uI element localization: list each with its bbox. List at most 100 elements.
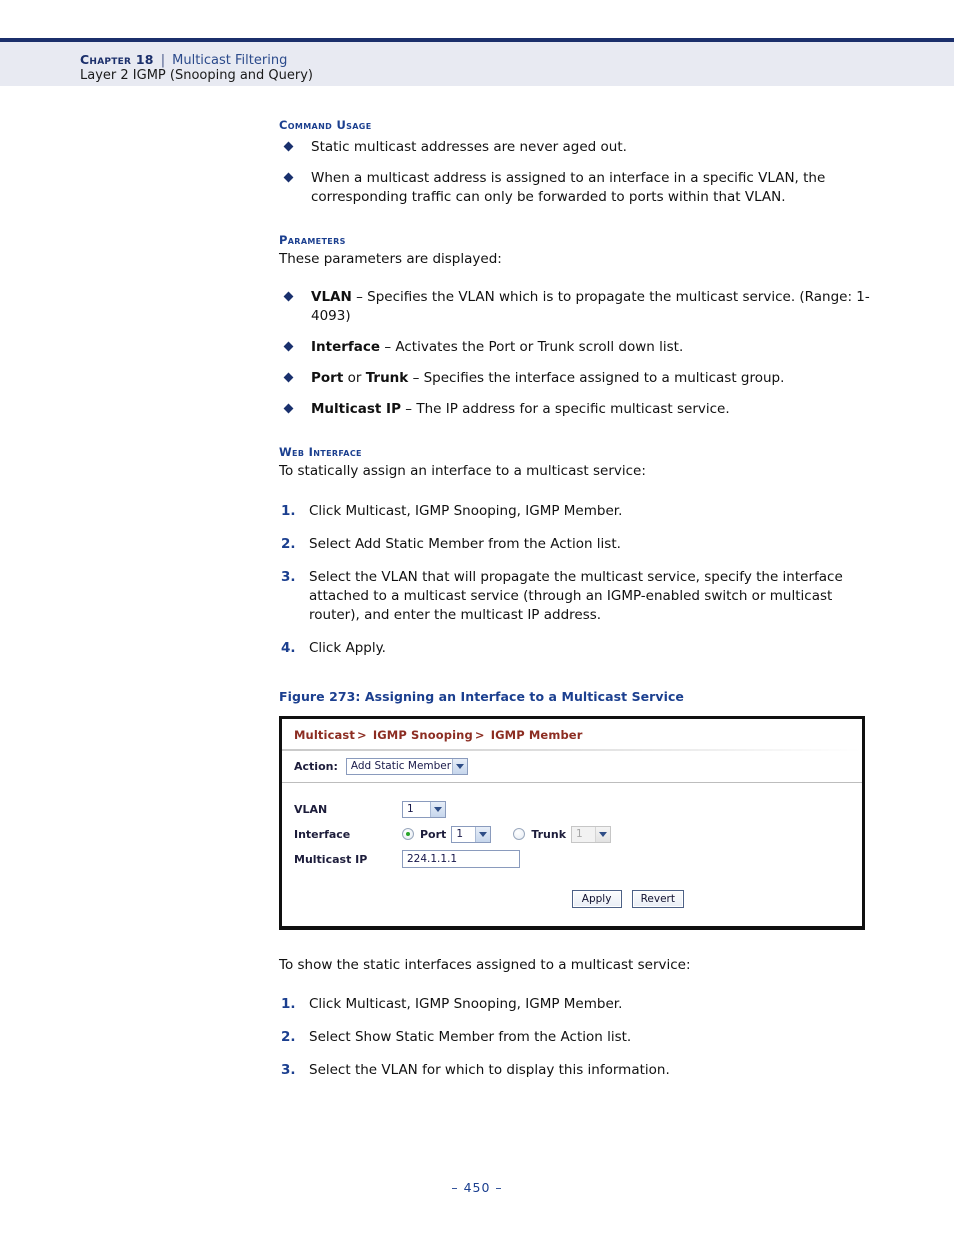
section-heading-command-usage: Command Usage xyxy=(279,118,372,132)
breadcrumb-separator: > xyxy=(356,727,367,742)
step-item: 1. Click Multicast, IGMP Snooping, IGMP … xyxy=(279,502,879,521)
step-number: 4. xyxy=(281,640,296,657)
revert-button[interactable]: Revert xyxy=(631,889,684,908)
header-chapter-topic: Multicast Filtering xyxy=(172,53,288,68)
breadcrumb-item-igmp-snooping[interactable]: IGMP Snooping xyxy=(373,728,473,742)
multicast-ip-input[interactable]: 224.1.1.1 xyxy=(402,850,520,868)
document-body: Command Usage Static multicast addresses… xyxy=(279,118,879,1080)
param-term: Multicast IP xyxy=(311,401,401,418)
step-item: 1. Click Multicast, IGMP Snooping, IGMP … xyxy=(279,995,879,1014)
web-interface-intro: To statically assign an interface to a m… xyxy=(279,463,646,480)
action-select-value: Add Static Member xyxy=(350,759,452,772)
diamond-bullet-icon xyxy=(283,372,294,383)
step-text: Select Show Static Member from the Actio… xyxy=(309,1028,632,1045)
diamond-bullet-icon xyxy=(283,291,294,302)
interface-row: Interface Port 1 Trunk 1 xyxy=(282,822,862,847)
header-separator: | xyxy=(160,53,166,68)
step-item: 2. Select Add Static Member from the Act… xyxy=(279,535,879,554)
bullet-item-port-trunk: Port or Trunk – Specifies the interface … xyxy=(279,369,879,388)
step-item: 4. Click Apply. xyxy=(279,639,879,658)
port-label: Port xyxy=(420,827,447,841)
port-select[interactable]: 1 xyxy=(451,825,492,843)
bullet-item: Static multicast addresses are never age… xyxy=(279,138,879,157)
trunk-radio-unselected[interactable] xyxy=(513,828,526,840)
chevron-down-icon xyxy=(430,801,445,817)
header-chapter-label: Chapter 18 xyxy=(80,52,154,67)
bullet-text: Static multicast addresses are never age… xyxy=(311,139,627,155)
header-subtitle: Layer 2 IGMP (Snooping and Query) xyxy=(80,68,314,83)
param-term-second: Trunk xyxy=(365,370,409,387)
step-text: Select the VLAN for which to display thi… xyxy=(309,1061,670,1078)
section-heading-web-interface: Web Interface xyxy=(279,445,362,460)
form-fields: VLAN 1 Interface Port 1 Trunk 1 Multicas… xyxy=(282,783,862,880)
param-desc: – Specifies the VLAN which is to propaga… xyxy=(311,288,870,324)
bullet-item: When a multicast address is assigned to … xyxy=(279,169,879,207)
show-static-step-list: 1. Click Multicast, IGMP Snooping, IGMP … xyxy=(279,995,879,1080)
chevron-down-icon xyxy=(451,758,467,774)
figure-bottom-padding xyxy=(282,920,862,926)
step-number: 3. xyxy=(281,568,296,585)
figure-button-bar: Apply Revert xyxy=(282,880,862,920)
action-label: Action: xyxy=(294,759,338,773)
port-select-value: 1 xyxy=(456,827,463,840)
command-usage-bullet-list: Static multicast addresses are never age… xyxy=(279,138,879,207)
step-text: Click Apply. xyxy=(309,640,386,657)
page-number-footer: – 450 – xyxy=(451,1180,503,1195)
trunk-select-disabled: 1 xyxy=(571,825,612,843)
breadcrumb-item-igmp-member[interactable]: IGMP Member xyxy=(491,728,583,742)
chevron-down-icon xyxy=(475,826,491,842)
step-number: 1. xyxy=(281,502,296,519)
apply-button[interactable]: Apply xyxy=(571,889,622,908)
interface-radio-group: Port 1 Trunk 1 xyxy=(402,825,612,843)
vlan-label: VLAN xyxy=(294,802,328,816)
param-term: VLAN xyxy=(311,288,352,305)
param-term: Interface xyxy=(311,338,381,355)
step-item: 2. Select Show Static Member from the Ac… xyxy=(279,1028,879,1047)
diamond-bullet-icon xyxy=(283,141,294,152)
trunk-label: Trunk xyxy=(531,827,567,841)
header-chapter-line: Chapter 18 | Multicast Filtering xyxy=(80,49,287,68)
diamond-bullet-icon xyxy=(283,403,294,414)
param-desc: – Activates the Port or Trunk scroll dow… xyxy=(380,338,684,355)
bullet-item-interface: Interface – Activates the Port or Trunk … xyxy=(279,338,879,357)
chevron-down-icon xyxy=(595,826,611,842)
bullet-item-multicast-ip: Multicast IP – The IP address for a spec… xyxy=(279,400,879,419)
breadcrumb-item-multicast[interactable]: Multicast xyxy=(294,728,355,742)
param-desc: – The IP address for a specific multicas… xyxy=(400,401,730,418)
action-row: Action: Add Static Member xyxy=(282,751,862,782)
step-item: 3. Select the VLAN for which to display … xyxy=(279,1061,879,1080)
vlan-select[interactable]: 1 xyxy=(402,800,446,818)
breadcrumb: Multicast > IGMP Snooping > IGMP Member xyxy=(282,719,862,749)
bullet-text: When a multicast address is assigned to … xyxy=(311,170,826,206)
section-heading-parameters: Parameters xyxy=(279,233,346,248)
vlan-select-value: 1 xyxy=(407,802,414,815)
page-running-header: Chapter 18 | Multicast Filtering Layer 2 I… xyxy=(0,38,954,86)
step-text: Select the VLAN that will propagate the … xyxy=(309,568,843,624)
param-term: Port xyxy=(311,370,344,387)
parameters-intro: These parameters are displayed: xyxy=(279,251,502,268)
step-number: 3. xyxy=(281,1061,296,1078)
diamond-bullet-icon xyxy=(283,172,294,183)
trunk-select-value: 1 xyxy=(576,827,583,840)
step-number: 2. xyxy=(281,535,296,552)
interface-label: Interface xyxy=(294,827,351,841)
port-radio-selected[interactable] xyxy=(402,828,414,840)
action-select[interactable]: Add Static Member xyxy=(345,757,468,775)
bullet-item-vlan: VLAN – Specifies the VLAN which is to pr… xyxy=(279,288,879,326)
multicast-ip-row: Multicast IP 224.1.1.1 xyxy=(282,847,862,872)
step-text: Click Multicast, IGMP Snooping, IGMP Mem… xyxy=(309,995,623,1012)
parameters-bullet-list: VLAN – Specifies the VLAN which is to pr… xyxy=(279,288,879,420)
step-number: 1. xyxy=(281,995,296,1012)
radio-dot-icon xyxy=(406,832,410,836)
step-text: Click Multicast, IGMP Snooping, IGMP Mem… xyxy=(309,502,623,519)
step-number: 2. xyxy=(281,1028,296,1045)
figure-screenshot-igmp-member: Multicast > IGMP Snooping > IGMP Member Ac… xyxy=(279,715,865,930)
figure-caption: Figure 273: Assigning an Interface to a … xyxy=(279,688,684,704)
step-item: 3. Select the VLAN that will propagate t… xyxy=(279,568,879,625)
step-text: Select Add Static Member from the Action… xyxy=(309,535,621,552)
web-interface-step-list: 1. Click Multicast, IGMP Snooping, IGMP … xyxy=(279,502,879,659)
multicast-ip-label: Multicast IP xyxy=(294,852,368,866)
diamond-bullet-icon xyxy=(283,341,294,352)
param-desc: – Specifies the interface assigned to a … xyxy=(408,370,785,387)
param-term-joiner: or xyxy=(343,370,366,387)
